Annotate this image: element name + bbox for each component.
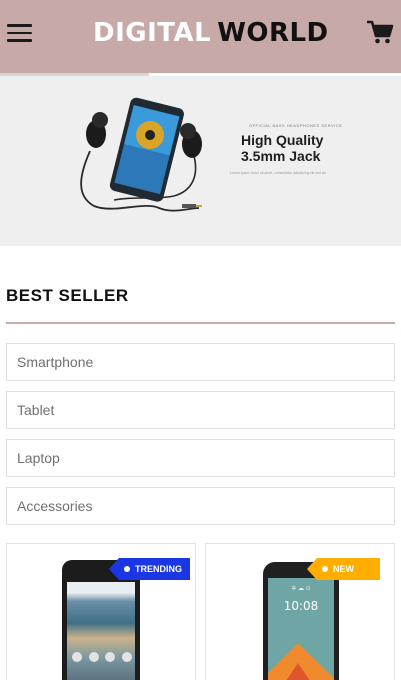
screen-clock: 10:08	[283, 599, 319, 613]
new-badge: NEW	[307, 558, 380, 580]
hamburger-menu-icon[interactable]	[7, 24, 32, 42]
banner-title: High Quality 3.5mm Jack	[241, 132, 324, 164]
heading-divider	[6, 322, 395, 324]
earphones-phone-image	[80, 97, 202, 212]
shopping-cart-icon[interactable]	[366, 19, 394, 45]
trending-badge: TRENDING	[109, 558, 190, 580]
brand-name-first: DIGITAL	[93, 18, 212, 48]
product-card[interactable]: ✲ ☁ ⊙ 10:08 NEW	[205, 543, 395, 680]
category-tablet[interactable]: Tablet	[6, 391, 395, 429]
product-card[interactable]: TRENDING	[6, 543, 196, 680]
category-smartphone[interactable]: Smartphone	[6, 343, 395, 381]
category-accessories[interactable]: Accessories	[6, 487, 395, 525]
banner-small-caption: OFFICIAL BASS HEADPHONES SERVICE	[249, 123, 343, 128]
category-laptop[interactable]: Laptop	[6, 439, 395, 477]
best-seller-heading: BEST SELLER	[6, 286, 129, 305]
brand-logo[interactable]: DIGITAL WORLD	[93, 17, 329, 49]
hero-banner[interactable]: OFFICIAL BASS HEADPHONES SERVICE High Qu…	[0, 76, 401, 246]
banner-subtitle: Lorem ipsum dolor sit amet, consectetur …	[230, 171, 326, 175]
brand-name-second: WORLD	[217, 18, 329, 48]
top-header: DIGITAL WORLD	[0, 0, 401, 73]
